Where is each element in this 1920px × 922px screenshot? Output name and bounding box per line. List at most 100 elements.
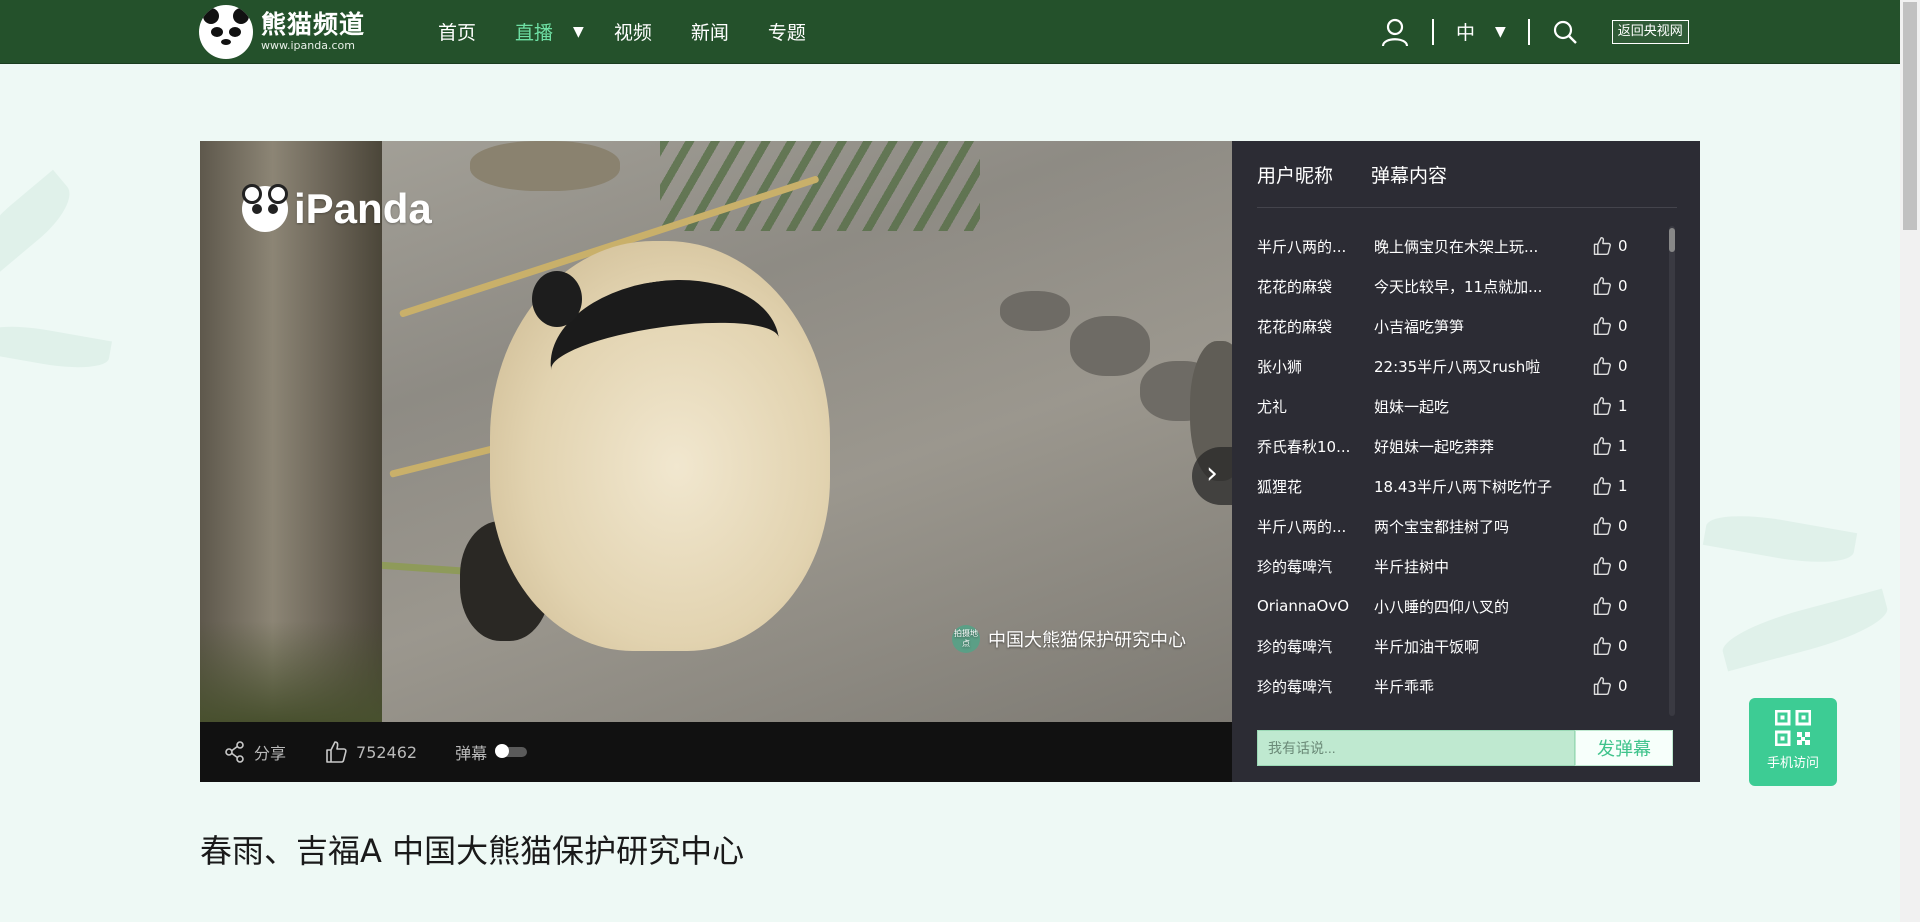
- video-scene-rock: [470, 141, 620, 191]
- bamboo-leaf-decoration: [1702, 507, 1858, 571]
- user-icon[interactable]: [1380, 17, 1410, 47]
- danmaku-like-button[interactable]: 0: [1592, 276, 1652, 296]
- danmaku-row: 花花的麻袋 小吉福吃笋笋 0: [1257, 306, 1667, 346]
- divider: [1432, 18, 1434, 45]
- location-badge: 拍摄地点: [952, 625, 980, 653]
- language-select[interactable]: 中: [1456, 18, 1475, 45]
- back-to-cctv-button[interactable]: 返回央视网: [1611, 19, 1689, 44]
- danmaku-like-button[interactable]: 0: [1592, 556, 1652, 576]
- nav-news[interactable]: 新闻: [691, 18, 729, 45]
- qr-code-icon: [1774, 709, 1812, 747]
- nav-home[interactable]: 首页: [438, 18, 476, 45]
- danmaku-like-button[interactable]: 0: [1592, 676, 1652, 696]
- top-header: 熊猫频道 www.ipanda.com 首页 直播 ▼ 视频 新闻 专题 中 ▼…: [0, 0, 1900, 64]
- danmaku-toggle[interactable]: 弹幕: [455, 740, 528, 764]
- nav-video[interactable]: 视频: [614, 18, 652, 45]
- share-button[interactable]: 分享: [224, 740, 286, 764]
- ipanda-watermark-logo: iPanda: [242, 184, 432, 233]
- main-nav: 首页 直播 ▼ 视频 新闻 专题: [438, 0, 845, 63]
- danmaku-row: 花花的麻袋 今天比较早，11点就加... 0: [1257, 266, 1667, 306]
- danmaku-switch[interactable]: [495, 744, 528, 758]
- thumbs-up-icon: [1593, 356, 1611, 376]
- like-button[interactable]: 752462: [324, 740, 417, 764]
- danmaku-user: 米粥吉福大...: [1257, 716, 1374, 717]
- danmaku-compose: 发弹幕: [1257, 730, 1673, 766]
- header-tools: 中 ▼ 返回央视网: [1380, 0, 1689, 63]
- danmaku-row: 米粥吉福大...福姐儿你看看咱家...0: [1257, 706, 1667, 716]
- danmaku-like-count: 1: [1618, 437, 1628, 455]
- scrollbar-thumb[interactable]: [1903, 2, 1917, 230]
- danmaku-message: 好姐妹一起吃莽莽: [1374, 437, 1495, 456]
- danmaku-like-count: 0: [1618, 597, 1628, 615]
- danmaku-row: 半斤八两的... 晚上俩宝贝在木架上玩... 0: [1257, 226, 1667, 266]
- danmaku-message: 半斤乖乖: [1374, 677, 1435, 696]
- logo-url: www.ipanda.com: [261, 39, 355, 52]
- share-icon: [225, 741, 244, 763]
- danmaku-row: 狐狸花 18.43半斤八两下树吃竹子 1: [1257, 466, 1667, 506]
- nav-live[interactable]: 直播: [515, 18, 553, 45]
- danmaku-input[interactable]: [1257, 730, 1575, 766]
- danmaku-list: 半斤八两的... 晚上俩宝贝在木架上玩... 0 花花的麻袋 今天比较早，11点就加..…: [1257, 226, 1667, 716]
- divider: [1257, 207, 1677, 208]
- danmaku-like-button[interactable]: 0: [1592, 356, 1652, 376]
- danmaku-message: 18.43半斤八两下树吃竹子: [1374, 477, 1552, 496]
- location-watermark: 拍摄地点 中国大熊猫保护研究中心: [952, 625, 1186, 653]
- danmaku-like-count: 0: [1618, 357, 1628, 375]
- danmaku-like-button[interactable]: 0: [1592, 596, 1652, 616]
- video-area[interactable]: iPanda 拍摄地点 中国大熊猫保护研究中心 ›: [200, 141, 1232, 722]
- danmaku-user: 珍的莓啤汽: [1257, 637, 1333, 656]
- danmaku-user: 半斤八两的...: [1257, 517, 1347, 536]
- danmaku-row: 乔氏春秋10... 好姐妹一起吃莽莽 1: [1257, 426, 1667, 466]
- bamboo-leaf-decoration: [0, 169, 82, 275]
- panda-logo-icon: [199, 5, 253, 59]
- danmaku-row: 珍的莓啤汽 半斤挂树中 0: [1257, 546, 1667, 586]
- ipanda-logo-text: iPanda: [294, 185, 432, 232]
- danmaku-like-button[interactable]: 0: [1592, 316, 1652, 336]
- scrollbar-thumb[interactable]: [1669, 228, 1675, 252]
- bamboo-leaf-decoration: [1717, 588, 1893, 672]
- danmaku-like-count: 0: [1618, 557, 1628, 575]
- logo-title: 熊猫频道: [261, 10, 366, 39]
- search-icon[interactable]: [1552, 19, 1578, 45]
- danmaku-message: 半斤加油干饭啊: [1374, 637, 1480, 656]
- danmaku-label: 弹幕: [455, 744, 488, 763]
- danmaku-like-button[interactable]: 0: [1592, 236, 1652, 256]
- danmaku-user: 花花的麻袋: [1257, 317, 1333, 336]
- danmaku-row: 尤礼 姐妹一起吃 1: [1257, 386, 1667, 426]
- thumbs-up-icon: [1593, 516, 1611, 536]
- caret-down-icon[interactable]: ▼: [573, 24, 584, 40]
- danmaku-user: 狐狸花: [1257, 477, 1303, 496]
- danmaku-scrollbar[interactable]: [1669, 226, 1675, 716]
- location-text: 中国大熊猫保护研究中心: [988, 630, 1186, 651]
- danmaku-like-count: 0: [1618, 637, 1628, 655]
- like-count: 752462: [356, 742, 418, 762]
- danmaku-like-button[interactable]: 0: [1592, 636, 1652, 656]
- share-label: 分享: [254, 744, 287, 763]
- danmaku-message: 福姐儿你看看咱家...: [1374, 716, 1592, 717]
- mobile-access-button[interactable]: 手机访问: [1749, 698, 1837, 786]
- send-danmaku-button[interactable]: 发弹幕: [1575, 730, 1673, 766]
- thumbs-up-icon: [1593, 236, 1611, 256]
- video-scene-moss: [200, 621, 382, 722]
- danmaku-like-button[interactable]: 1: [1592, 476, 1652, 496]
- danmaku-like-count: 0: [1618, 277, 1628, 295]
- page-scrollbar[interactable]: [1900, 0, 1920, 922]
- video-scene-rock: [1000, 291, 1070, 331]
- danmaku-user: 乔氏春秋10...: [1257, 437, 1351, 456]
- danmaku-row: 张小狮 22:35半斤八两又rush啦 0: [1257, 346, 1667, 386]
- danmaku-user: 珍的莓啤汽: [1257, 677, 1333, 696]
- danmaku-like-button[interactable]: 1: [1592, 436, 1652, 456]
- danmaku-user: 张小狮: [1257, 357, 1303, 376]
- nav-topics[interactable]: 专题: [768, 18, 806, 45]
- divider: [1527, 18, 1530, 45]
- danmaku-like-button[interactable]: 1: [1592, 396, 1652, 416]
- danmaku-row: 珍的莓啤汽 半斤加油干饭啊 0: [1257, 626, 1667, 666]
- danmaku-like-button[interactable]: 0: [1592, 516, 1652, 536]
- danmaku-row: 半斤八两的... 两个宝宝都挂树了吗 0: [1257, 506, 1667, 546]
- player-controls: 分享 752462 弹幕: [200, 722, 1232, 782]
- site-logo[interactable]: 熊猫频道 www.ipanda.com: [199, 3, 369, 61]
- danmaku-message: 22:35半斤八两又rush啦: [1374, 357, 1541, 376]
- thumbs-up-icon: [1593, 396, 1611, 416]
- caret-down-icon[interactable]: ▼: [1495, 24, 1506, 40]
- danmaku-like-count: 0: [1618, 517, 1628, 535]
